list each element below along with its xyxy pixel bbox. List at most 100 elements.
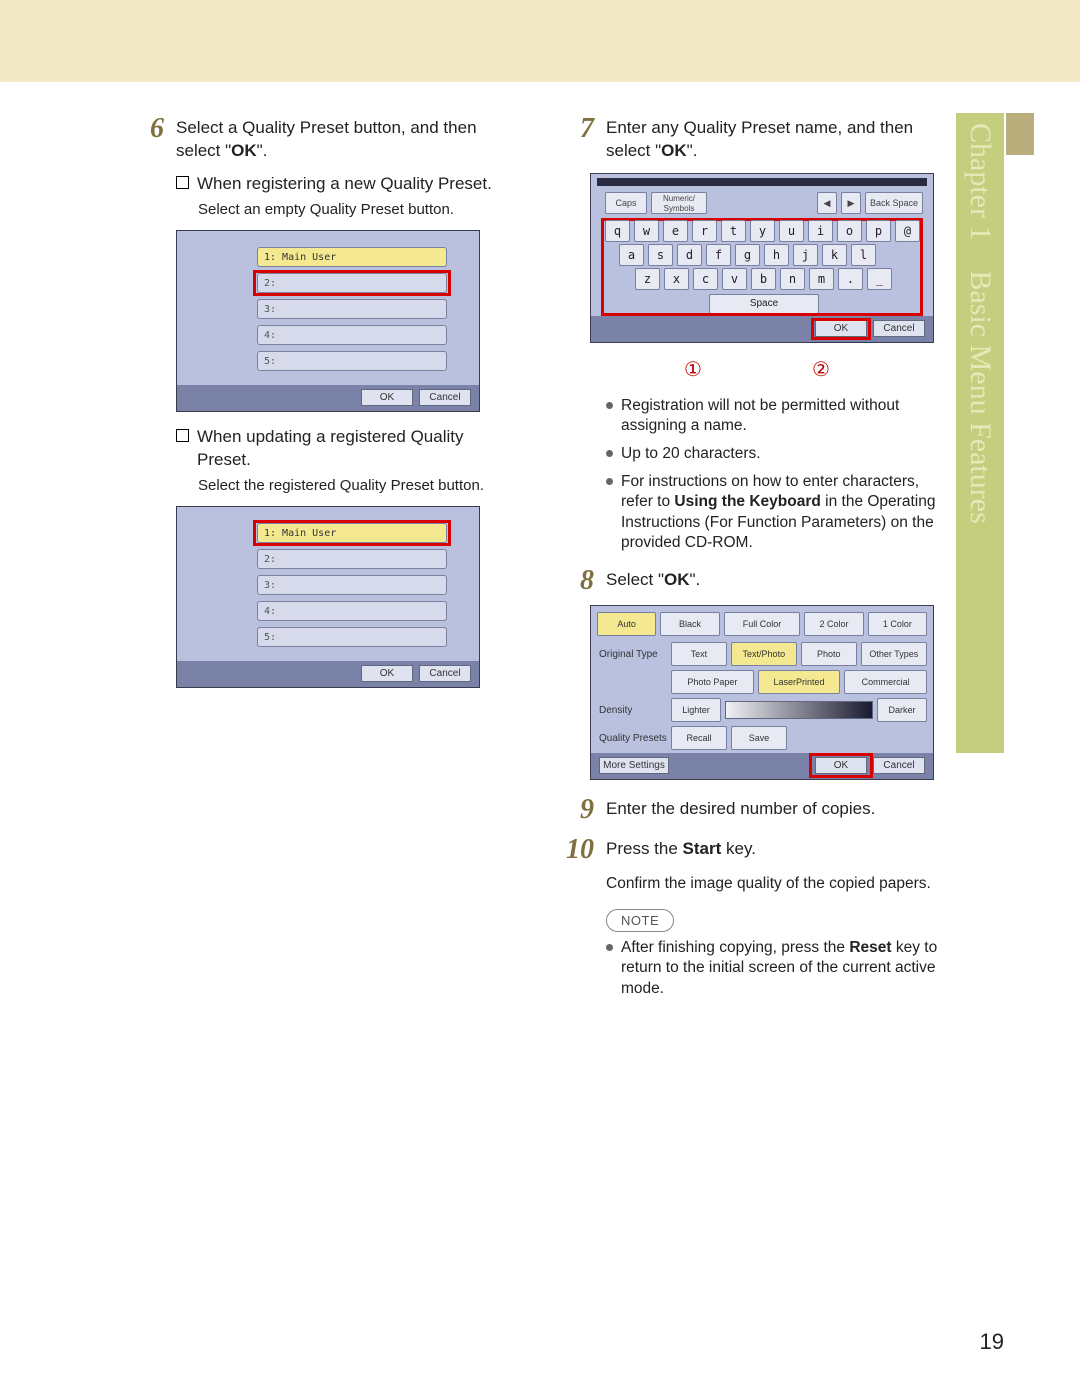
color-full: Full Color (724, 612, 801, 636)
mock-ok-button: OK (815, 320, 867, 337)
preset-row-5: 5: (257, 627, 447, 647)
step-text: Select "OK". (606, 565, 940, 592)
bold-ok: OK (661, 141, 687, 160)
text-fragment: ". (257, 141, 268, 160)
keyboard-key: c (693, 268, 718, 290)
preset-row-3: 3: (257, 299, 447, 319)
page-number: 19 (980, 1329, 1004, 1355)
right-column: 7 Enter any Quality Preset name, and the… (560, 113, 940, 1007)
keyboard-key: f (706, 244, 731, 266)
arrow-right-icon: ▶ (841, 192, 861, 214)
step-9: 9 Enter the desired number of copies. (560, 794, 940, 824)
row-label: 4: (264, 330, 276, 341)
keyboard-key: u (779, 220, 804, 242)
preset-row-1: 1: Main User (257, 247, 447, 267)
preset-row-4: 4: (257, 601, 447, 621)
mock-cancel-button: Cancel (419, 665, 471, 682)
bullet-icon (606, 450, 613, 457)
bold-ok: OK (231, 141, 257, 160)
preset-row-2: 2: (257, 549, 447, 569)
text-fragment: ". (690, 570, 701, 589)
keyboard-key: v (722, 268, 747, 290)
mock-cancel-button: Cancel (873, 757, 925, 774)
note-badge: NOTE (606, 909, 674, 933)
quality-presets-label: Quality Presets (597, 726, 667, 750)
preset-row-3: 3: (257, 575, 447, 595)
step-number: 10 (560, 834, 594, 864)
row-label: 4: (264, 606, 276, 617)
row-label: 2: (264, 278, 276, 289)
color-2: 2 Color (804, 612, 863, 636)
orig-text: Text (671, 642, 727, 666)
step-number: 8 (560, 565, 594, 595)
chapter-side-text: Chapter 1 Basic Menu Features (963, 123, 997, 524)
row-label: 5: (264, 632, 276, 643)
bold-reset: Reset (849, 939, 891, 956)
text-fragment: ". (687, 141, 698, 160)
qp-recall: Recall (671, 726, 727, 750)
step-text: Select a Quality Preset button, and then… (176, 113, 510, 163)
sub-note: Select an empty Quality Preset button. (198, 200, 510, 220)
bold-ok: OK (664, 570, 690, 589)
keyboard-key: s (648, 244, 673, 266)
bullet-icon (606, 478, 613, 485)
text-fragment: key. (721, 839, 756, 858)
bullet-icon (606, 402, 613, 409)
bullet-text: After finishing copying, press the Reset… (621, 938, 940, 998)
color-black: Black (660, 612, 719, 636)
spacer (597, 670, 667, 694)
color-auto: Auto (597, 612, 656, 636)
chapter-label: Chapter 1 (964, 123, 997, 240)
keyboard-key: p (866, 220, 891, 242)
density-darker: Darker (877, 698, 927, 722)
mock-ok-button: OK (361, 665, 413, 682)
keyboard-key: l (851, 244, 876, 266)
text-fragment: After finishing copying, press the (621, 939, 849, 956)
callout-row: ① ② (606, 357, 940, 384)
density-lighter: Lighter (671, 698, 721, 722)
preset-row-4: 4: (257, 325, 447, 345)
bold-start: Start (683, 839, 722, 858)
mock-cancel-button: Cancel (873, 320, 925, 337)
original-type-label: Original Type (597, 642, 667, 666)
checkbox-icon (176, 176, 189, 189)
orig-textphoto: Text/Photo (731, 642, 797, 666)
keyboard-key: _ (867, 268, 892, 290)
more-settings-button: More Settings (599, 757, 669, 774)
keyboard-key: r (692, 220, 717, 242)
keyboard-key: w (634, 220, 659, 242)
arrow-left-icon: ◀ (817, 192, 837, 214)
keyboard-key: j (793, 244, 818, 266)
step-10-note: After finishing copying, press the Reset… (606, 938, 940, 998)
keyboard-key: q (605, 220, 630, 242)
density-label: Density (597, 698, 667, 722)
orig-photo: Photo (801, 642, 857, 666)
row-label: 3: (264, 304, 276, 315)
keyboard-key: g (735, 244, 760, 266)
step-6: 6 Select a Quality Preset button, and th… (130, 113, 510, 163)
row-label: 2: (264, 554, 276, 565)
sub-label: When registering a new Quality Preset. (197, 173, 492, 196)
step-6-sub2: When updating a registered Quality Prese… (176, 426, 510, 496)
bullet-icon (606, 944, 613, 951)
bullet-text: Up to 20 characters. (621, 444, 761, 464)
backspace-button: Back Space (865, 192, 923, 214)
row-label: 1: Main User (264, 528, 336, 539)
row-label: 5: (264, 356, 276, 367)
sub-label: When updating a registered Quality Prese… (197, 426, 510, 472)
callout-1: ① (684, 357, 702, 384)
space-key: Space (709, 294, 819, 314)
left-column: 6 Select a Quality Preset button, and th… (130, 113, 510, 1007)
page-content: 6 Select a Quality Preset button, and th… (130, 113, 940, 1007)
caps-button: Caps (605, 192, 647, 214)
preset-row-2: 2: (257, 273, 447, 293)
keyboard-key: n (780, 268, 805, 290)
numeric-symbols-button: Numeric/ Symbols (651, 192, 707, 214)
title-bar (597, 178, 927, 186)
paper-photo: Photo Paper (671, 670, 754, 694)
step-text: Enter the desired number of copies. (606, 794, 940, 821)
qp-save: Save (731, 726, 787, 750)
chapter-title: Basic Menu Features (964, 270, 997, 523)
bullet-text: Registration will not be permitted witho… (621, 396, 940, 436)
keyboard-key: x (664, 268, 689, 290)
